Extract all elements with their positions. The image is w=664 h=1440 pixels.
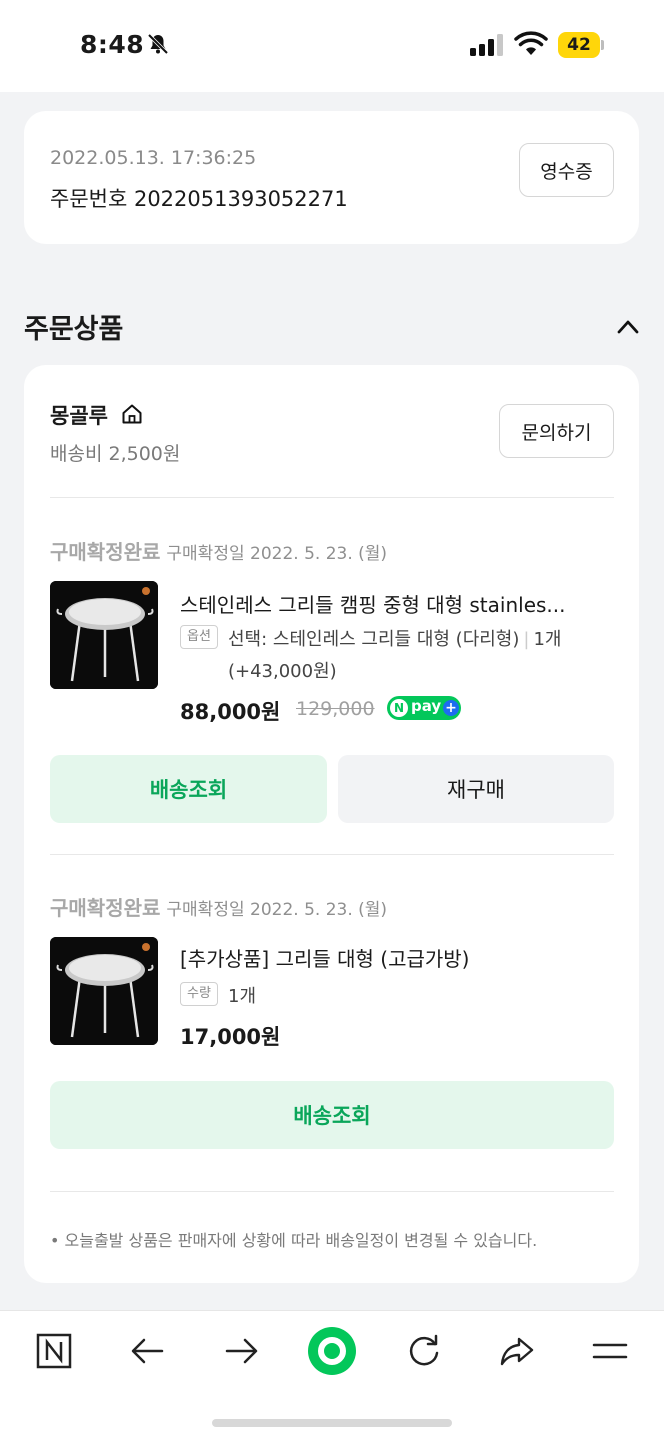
products-card: 몽골루 배송비 2,500원 문의하기 구매확정완료 구매확정일 2022. 5.… <box>24 365 639 1283</box>
order-number: 주문번호 2022051393052271 <box>50 187 348 211</box>
option-price: (+43,000원) <box>228 661 337 682</box>
original-price: 129,000 <box>296 698 375 720</box>
back-arrow-icon[interactable] <box>128 1331 168 1371</box>
option-line: 선택: 스테인레스 그리들 대형 (다리형) | 1개 <box>228 625 562 651</box>
naver-n-icon[interactable] <box>34 1331 74 1371</box>
chevron-up-icon[interactable] <box>614 314 642 338</box>
option-name: 선택: 스테인레스 그리들 대형 (다리형) <box>228 629 520 650</box>
menu-icon[interactable] <box>590 1331 630 1371</box>
separator: | <box>523 629 530 650</box>
browser-bottom-bar <box>0 1310 664 1440</box>
home-indicator[interactable] <box>212 1419 452 1427</box>
store-home-icon[interactable] <box>120 402 144 426</box>
delivery-notice: • 오늘출발 상품은 판매자에 상황에 따라 배송일정이 변경될 수 있습니다. <box>50 1231 538 1250</box>
griddle-image <box>50 581 158 689</box>
status-bar: 8:48 42 <box>0 0 664 92</box>
item-status-line: 구매확정완료 구매확정일 2022. 5. 23. (월) <box>50 536 387 565</box>
battery-indicator: 42 <box>558 32 604 58</box>
price: 88,000원 <box>180 700 281 724</box>
shipping-fee: 배송비 2,500원 <box>50 443 181 465</box>
divider <box>50 1191 614 1192</box>
receipt-button[interactable]: 영수증 <box>519 143 614 197</box>
option-tag: 옵션 <box>180 625 218 649</box>
green-home-icon[interactable] <box>306 1325 358 1377</box>
track-delivery-button[interactable]: 배송조회 <box>50 1081 614 1149</box>
plus-icon: + <box>443 700 459 716</box>
battery-level: 42 <box>558 32 600 58</box>
purchase-status: 구매확정완료 <box>50 540 161 564</box>
rebuy-button[interactable]: 재구매 <box>338 755 614 823</box>
order-info-card: 2022.05.13. 17:36:25 주문번호 20220513930522… <box>24 111 639 244</box>
seller-name[interactable]: 몽골루 <box>50 400 108 430</box>
divider <box>50 497 614 498</box>
bell-slash-icon <box>147 33 169 55</box>
status-time: 8:48 <box>80 30 145 59</box>
quantity-tag: 수량 <box>180 982 218 1006</box>
naver-n-icon: N <box>390 699 408 717</box>
section-title: 주문상품 <box>24 314 124 345</box>
product-thumbnail[interactable] <box>50 937 158 1045</box>
cellular-signal-icon <box>470 34 503 56</box>
battery-tip <box>601 40 604 50</box>
forward-arrow-icon[interactable] <box>221 1331 261 1371</box>
griddle-image <box>50 937 158 1045</box>
divider <box>50 854 614 855</box>
product-thumbnail[interactable] <box>50 581 158 689</box>
quantity: 1개 <box>228 986 257 1007</box>
item-status-line: 구매확정완료 구매확정일 2022. 5. 23. (월) <box>50 892 387 921</box>
share-icon[interactable] <box>497 1331 537 1371</box>
purchase-status: 구매확정완료 <box>50 896 161 920</box>
track-delivery-button[interactable]: 배송조회 <box>50 755 327 823</box>
inquiry-button[interactable]: 문의하기 <box>499 404 614 458</box>
wifi-icon <box>514 31 548 55</box>
product-title[interactable]: [추가상품] 그리들 대형 (고급가방) <box>180 943 612 972</box>
quantity: 1개 <box>533 629 562 650</box>
npay-plus-badge: N pay + <box>387 696 461 720</box>
order-datetime: 2022.05.13. 17:36:25 <box>50 147 257 169</box>
refresh-icon[interactable] <box>404 1331 444 1371</box>
confirm-date: 구매확정일 2022. 5. 23. (월) <box>166 900 388 920</box>
price: 17,000원 <box>180 1025 281 1049</box>
confirm-date: 구매확정일 2022. 5. 23. (월) <box>166 544 388 564</box>
npay-label: pay <box>411 697 442 715</box>
product-title[interactable]: 스테인레스 그리들 캠핑 중형 대형 stainles... <box>180 589 612 618</box>
